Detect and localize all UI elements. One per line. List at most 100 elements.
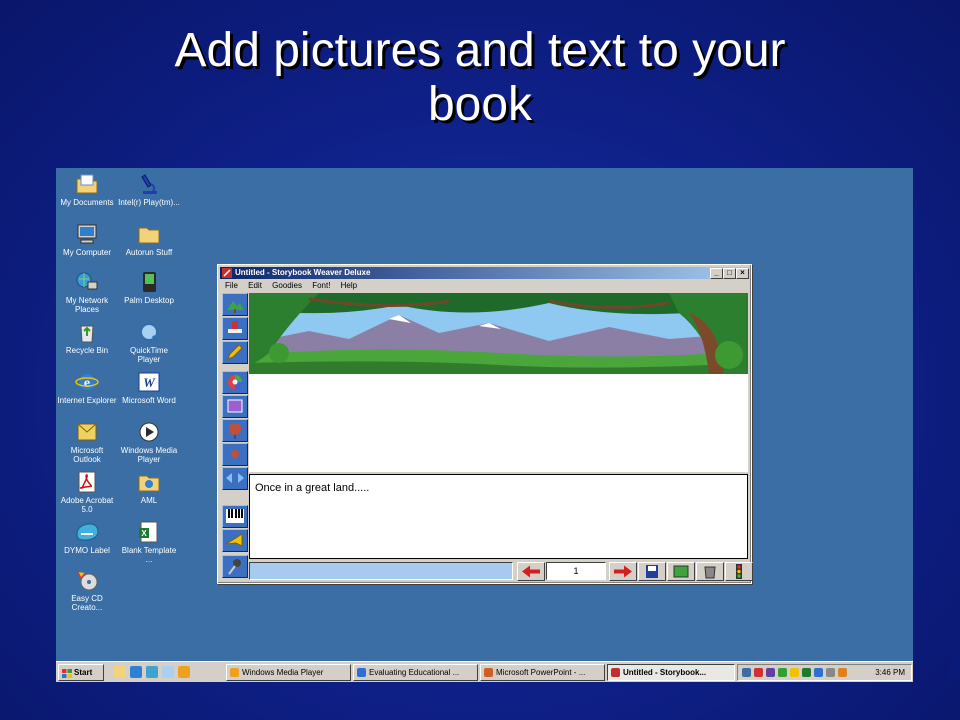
print-picture-button[interactable] bbox=[667, 562, 695, 581]
tray-icon-network[interactable] bbox=[742, 668, 751, 677]
desktop-icon-label: My Computer bbox=[62, 248, 111, 257]
desktop-icon-my-documents[interactable]: My Documents bbox=[56, 172, 118, 207]
desktop-icon-label: Recycle Bin bbox=[65, 346, 109, 355]
quicklaunch-ie-icon[interactable] bbox=[130, 666, 142, 678]
desktop-icon-windows-media-player[interactable]: Windows Media Player bbox=[118, 420, 180, 464]
story-scene-picture[interactable] bbox=[249, 293, 748, 374]
task-evaluating-educational[interactable]: Evaluating Educational ... bbox=[353, 664, 478, 681]
start-button[interactable]: Start bbox=[58, 664, 104, 681]
tray-icon-printer[interactable] bbox=[826, 668, 835, 677]
arrow-right-icon bbox=[614, 565, 632, 578]
tray-icon-excel[interactable] bbox=[802, 668, 811, 677]
traffic-light-button[interactable] bbox=[725, 562, 753, 581]
desktop-icon-aml[interactable]: AML bbox=[118, 470, 180, 505]
taskbar-clock[interactable]: 3:46 PM bbox=[875, 665, 905, 680]
picture-icon bbox=[227, 399, 243, 413]
computer-icon bbox=[75, 222, 99, 246]
desktop-icon-label: Microsoft Word bbox=[122, 396, 176, 405]
desktop-icon-label: My Documents bbox=[60, 198, 114, 207]
folder-globe-icon bbox=[137, 470, 161, 494]
menu-goodies[interactable]: Goodies bbox=[272, 281, 302, 290]
desktop-icon-blank-template[interactable]: X Blank Template ... bbox=[118, 520, 180, 564]
desktop-icon-autorun-stuff[interactable]: Autorun Stuff bbox=[118, 222, 180, 257]
desktop-icon-microsoft-word[interactable]: W Microsoft Word bbox=[118, 370, 180, 405]
microphone-tool-button[interactable] bbox=[222, 555, 248, 578]
floppy-disk-icon bbox=[646, 565, 658, 578]
cd-creator-icon bbox=[75, 568, 99, 592]
desktop-icon-dymo-label[interactable]: DYMO Label bbox=[56, 520, 118, 555]
close-button[interactable]: × bbox=[736, 268, 749, 279]
page-number-field[interactable]: 1 bbox=[546, 562, 606, 580]
story-text-area[interactable]: Once in a great land..... bbox=[249, 474, 748, 559]
slide-title: Add pictures and text to your book bbox=[0, 24, 960, 132]
word-icon: W bbox=[137, 370, 161, 394]
menu-file[interactable]: File bbox=[225, 281, 238, 290]
task-label: Untitled - Storybook... bbox=[623, 668, 707, 677]
trash-button[interactable] bbox=[696, 562, 724, 581]
desktop-icon-label: Easy CD Creato... bbox=[71, 594, 103, 612]
window-titlebar[interactable]: Untitled - Storybook Weaver Deluxe _ □ × bbox=[220, 267, 749, 279]
acrobat-icon bbox=[75, 470, 99, 494]
desktop-icon-intel-play[interactable]: Intel(r) Play(tm)... bbox=[118, 172, 180, 207]
quicklaunch-media-icon[interactable] bbox=[178, 666, 190, 678]
desktop-icon-palm-desktop[interactable]: Palm Desktop bbox=[118, 270, 180, 305]
desktop-icon-microsoft-outlook[interactable]: Microsoft Outlook bbox=[56, 420, 118, 464]
pencil-icon bbox=[227, 344, 243, 360]
color-tool-button[interactable] bbox=[222, 371, 248, 394]
desktop-icon-easy-cd-creator[interactable]: Easy CD Creato... bbox=[56, 568, 118, 612]
flip-tool-button[interactable] bbox=[222, 467, 248, 490]
previous-page-button[interactable] bbox=[517, 562, 545, 581]
tray-icon-speaker[interactable] bbox=[790, 668, 799, 677]
maximize-button[interactable]: □ bbox=[723, 268, 736, 279]
task-windows-media-player[interactable]: Windows Media Player bbox=[226, 664, 351, 681]
minimize-button[interactable]: _ bbox=[710, 268, 723, 279]
tray-icon-media[interactable] bbox=[838, 668, 847, 677]
menu-help[interactable]: Help bbox=[341, 281, 357, 290]
quicklaunch-desktop-icon[interactable] bbox=[114, 666, 126, 678]
excel-icon: X bbox=[137, 520, 161, 544]
task-microsoft-powerpoint[interactable]: Microsoft PowerPoint - ... bbox=[480, 664, 605, 681]
music-tool-button[interactable] bbox=[222, 505, 248, 528]
tray-icon-antivirus[interactable] bbox=[766, 668, 775, 677]
desktop-icon-recycle-bin[interactable]: Recycle Bin bbox=[56, 320, 118, 355]
palm-icon bbox=[137, 270, 161, 294]
task-label: Microsoft PowerPoint - ... bbox=[496, 668, 586, 677]
desktop-icon-adobe-acrobat[interactable]: Adobe Acrobat 5.0 bbox=[56, 470, 118, 514]
balloon-icon bbox=[229, 423, 241, 439]
quicklaunch-quicktime-icon[interactable] bbox=[162, 666, 174, 678]
desktop-icon-my-network-places[interactable]: My Network Places bbox=[56, 270, 118, 314]
tray-icon-palm[interactable] bbox=[778, 668, 787, 677]
next-page-button[interactable] bbox=[609, 562, 637, 581]
task-storybook-weaver[interactable]: Untitled - Storybook... bbox=[607, 664, 735, 681]
stamp-tool-button[interactable] bbox=[222, 317, 248, 340]
picture-tool-button[interactable] bbox=[222, 395, 248, 418]
menu-edit[interactable]: Edit bbox=[248, 281, 262, 290]
desktop-icon-quicktime-player[interactable]: QuickTime Player bbox=[118, 320, 180, 364]
balloon-tool-button[interactable] bbox=[222, 419, 248, 442]
tray-icon-shield[interactable] bbox=[754, 668, 763, 677]
tray-icon-display[interactable] bbox=[814, 668, 823, 677]
internet-explorer-icon: e bbox=[75, 370, 99, 394]
desktop-icon-label: Blank Template ... bbox=[121, 546, 177, 564]
desktop-icon-internet-explorer[interactable]: e Internet Explorer bbox=[56, 370, 118, 405]
desktop-icon-label: QuickTime Player bbox=[130, 346, 168, 364]
menu-font[interactable]: Font! bbox=[312, 281, 330, 290]
picture-canvas[interactable] bbox=[249, 374, 748, 472]
quicklaunch-outlook-icon[interactable] bbox=[146, 666, 158, 678]
task-label: Evaluating Educational ... bbox=[369, 668, 460, 677]
desktop-icon-label: My Network Places bbox=[65, 296, 109, 314]
powerpoint-icon bbox=[484, 668, 493, 677]
storybook-weaver-window[interactable]: Untitled - Storybook Weaver Deluxe _ □ ×… bbox=[217, 264, 753, 584]
trumpet-tool-button[interactable] bbox=[222, 529, 248, 552]
word-icon bbox=[357, 668, 366, 677]
save-button[interactable] bbox=[638, 562, 666, 581]
small-balloon-tool-button[interactable] bbox=[222, 443, 248, 466]
desktop-icon-my-computer[interactable]: My Computer bbox=[56, 222, 118, 257]
dymo-icon bbox=[75, 520, 99, 544]
system-tray: 3:46 PM bbox=[737, 664, 912, 681]
pencil-tool-button[interactable] bbox=[222, 341, 248, 364]
traffic-light-icon bbox=[736, 564, 742, 579]
scenery-tool-button[interactable] bbox=[222, 293, 248, 316]
media-player-icon bbox=[230, 668, 239, 677]
color-wheel-icon bbox=[228, 375, 242, 389]
